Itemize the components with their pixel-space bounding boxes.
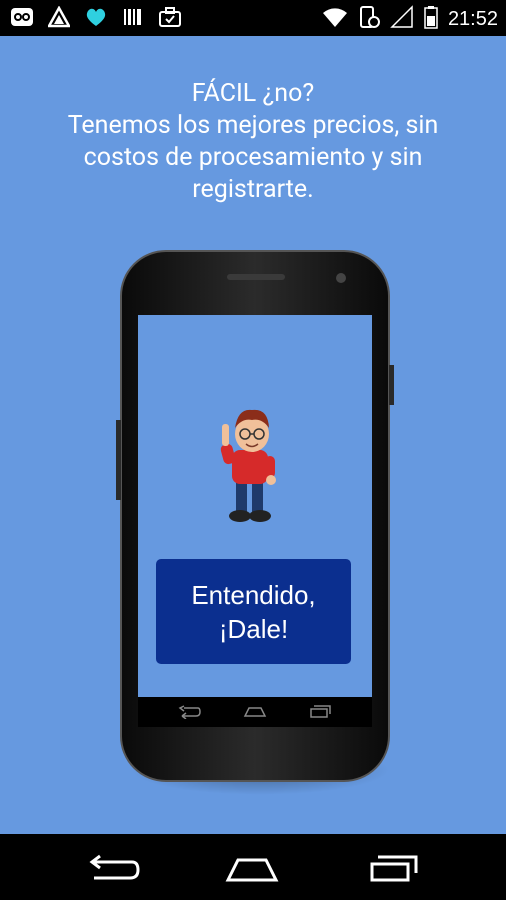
signal-icon xyxy=(390,5,414,33)
home-button[interactable] xyxy=(222,852,282,884)
back-icon xyxy=(89,854,140,880)
barcode-icon xyxy=(122,6,144,32)
briefcase-icon xyxy=(158,6,182,32)
message-title: FÁCIL ¿no? xyxy=(191,79,315,108)
phone-sync-icon xyxy=(358,5,380,33)
back-button[interactable] xyxy=(84,852,144,884)
voicemail-icon xyxy=(10,6,34,32)
recent-apps-icon xyxy=(310,705,331,718)
message-line: costos de procesamiento y sin xyxy=(83,143,423,172)
mascot-character xyxy=(210,400,290,532)
back-icon xyxy=(178,705,201,719)
got-it-button[interactable]: Entendido, ¡Dale! xyxy=(156,559,351,664)
button-label-line2: ¡Dale! xyxy=(218,613,289,644)
system-icons: 21:52 xyxy=(322,5,498,33)
message-line: registrarte. xyxy=(192,175,314,204)
message-line: Tenemos los mejores precios, sin xyxy=(67,111,439,140)
battery-icon xyxy=(424,5,438,33)
phone-side-button xyxy=(116,420,121,500)
phone-camera xyxy=(336,273,346,283)
recent-apps-icon xyxy=(370,855,418,882)
phone-side-button xyxy=(389,365,394,405)
wifi-icon xyxy=(322,5,348,33)
button-label-line1: Entendido, xyxy=(191,579,316,610)
status-bar: 21:52 xyxy=(0,0,506,36)
home-icon xyxy=(243,707,267,717)
navigation-bar xyxy=(0,834,506,900)
home-icon xyxy=(225,858,279,882)
recent-apps-button[interactable] xyxy=(364,852,424,884)
intro-message: FÁCIL ¿no? Tenemos los mejores precios, … xyxy=(0,78,506,206)
notification-icons xyxy=(10,5,182,32)
triangle-app-icon xyxy=(46,5,72,32)
clock: 21:52 xyxy=(447,7,498,30)
phone-illustration-navbar xyxy=(138,697,372,727)
phone-speaker xyxy=(227,274,285,280)
heart-icon xyxy=(84,6,108,32)
